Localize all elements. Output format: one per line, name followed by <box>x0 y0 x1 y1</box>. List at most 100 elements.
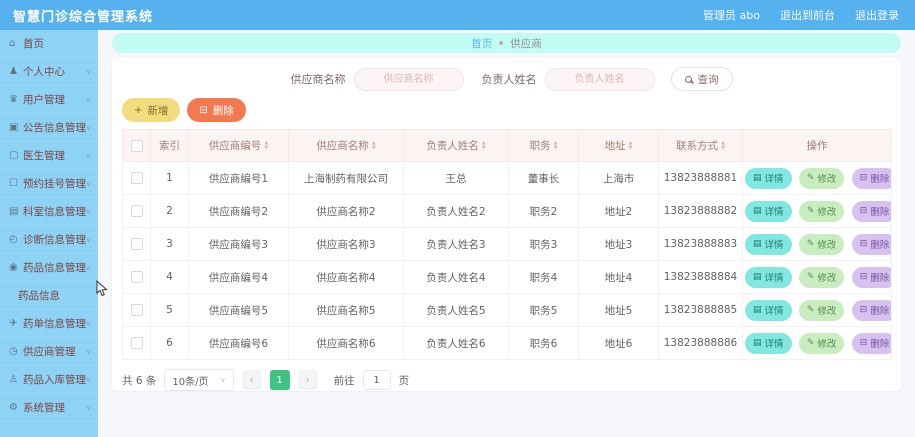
add-button[interactable]: + 新增 <box>122 98 181 122</box>
sort-caret-icon[interactable]: ▲ ▼ <box>721 141 725 151</box>
sidebar-item[interactable]: ⌂ 首页 <box>0 30 98 58</box>
row-delete-button[interactable]: ⊟ 删除 <box>851 332 891 354</box>
trash-icon: ⊟ <box>859 173 868 183</box>
breadcrumb-home[interactable]: 首页 <box>471 36 492 51</box>
breadcrumb: 首页 供应商 <box>112 33 901 53</box>
sidebar-subitem[interactable]: 药品信息 <box>0 282 98 310</box>
app-title: 智慧门诊综合管理系统 <box>13 9 154 25</box>
detail-button[interactable]: ▤ 详情 <box>745 200 792 222</box>
edit-button[interactable]: ✎ 修改 <box>798 200 845 222</box>
column-header[interactable]: 负责人姓名 ▲ ▼ <box>403 129 509 162</box>
edit-button[interactable]: ✎ 修改 <box>798 233 845 255</box>
chevron-down-icon: ∨ <box>85 95 91 104</box>
sidebar-item-label: 系统管理 <box>23 402 65 414</box>
edit-button[interactable]: ✎ 修改 <box>798 266 845 288</box>
page-1-button[interactable]: 1 <box>269 370 290 390</box>
row-checkbox[interactable] <box>130 205 143 217</box>
row-delete-button[interactable]: ⊟ 删除 <box>851 233 891 255</box>
sort-caret-icon[interactable]: ▲ ▼ <box>554 141 558 151</box>
row-checkbox[interactable] <box>130 337 143 349</box>
exit-to-front-link[interactable]: 退出到前台 <box>780 7 835 23</box>
goto-label: 前往 <box>333 374 355 387</box>
search-button[interactable]: 查询 <box>670 67 733 91</box>
row-delete-button[interactable]: ⊟ 删除 <box>851 266 891 288</box>
cell-index: 4 <box>150 260 189 294</box>
goto-page-input[interactable] <box>362 370 391 390</box>
cell-address: 地址6 <box>578 326 659 360</box>
sort-caret-icon[interactable]: ▲ ▼ <box>372 141 376 151</box>
row-checkbox[interactable] <box>130 304 143 316</box>
document-icon: ▤ <box>753 338 762 348</box>
sort-caret-icon[interactable]: ▲ ▼ <box>482 141 486 151</box>
sidebar-item[interactable]: ◷ 供应商管理 ∨ <box>0 338 98 366</box>
page-unit-label: 页 <box>398 374 410 387</box>
sidebar-item-label: 药品信息管理 <box>23 262 86 274</box>
row-checkbox[interactable] <box>130 238 143 250</box>
trash-icon: ⊟ <box>859 272 868 282</box>
detail-button[interactable]: ▤ 详情 <box>745 233 792 255</box>
edit-button[interactable]: ✎ 修改 <box>798 167 845 189</box>
sidebar-item[interactable]: ▤ 科室信息管理 ∨ <box>0 198 98 226</box>
column-header[interactable]: 供应商名称 ▲ ▼ <box>288 129 404 162</box>
cell-supplier-name: 供应商名称2 <box>288 194 404 228</box>
cell-job-title: 职务5 <box>508 293 579 327</box>
sidebar-item-label: 科室信息管理 <box>23 206 86 218</box>
document-icon: ▤ <box>753 239 762 249</box>
detail-button[interactable]: ▤ 详情 <box>745 332 792 354</box>
logout-link[interactable]: 退出登录 <box>855 7 899 23</box>
prescription-icon: ✈ <box>9 318 18 329</box>
select-all-checkbox[interactable] <box>130 139 143 152</box>
delete-button[interactable]: ⊟ 删除 <box>187 98 246 122</box>
column-header[interactable]: 地址 ▲ ▼ <box>578 129 659 162</box>
chevron-down-icon: ∨ <box>85 179 91 188</box>
detail-button[interactable]: ▤ 详情 <box>745 266 792 288</box>
sidebar-item[interactable]: ♙ 药品入库管理 ∨ <box>0 366 98 394</box>
row-delete-button[interactable]: ⊟ 删除 <box>851 167 891 189</box>
row-checkbox[interactable] <box>130 172 143 184</box>
sidebar-item[interactable]: ▣ 公告信息管理 ∨ <box>0 114 98 142</box>
pencil-icon: ✎ <box>806 305 815 315</box>
column-header[interactable]: 供应商编号 ▲ ▼ <box>188 129 289 162</box>
sidebar-item[interactable]: ◉ 药品信息管理 ∧ <box>0 254 98 282</box>
sort-caret-icon[interactable]: ▲ ▼ <box>264 141 268 151</box>
chevron-down-icon: ∨ <box>85 67 91 76</box>
document-icon: ▤ <box>753 272 762 282</box>
pencil-icon: ✎ <box>806 338 815 348</box>
supplier-name-input[interactable] <box>353 67 464 91</box>
cell-job-title: 职务4 <box>508 260 579 294</box>
column-header[interactable]: 联系方式 ▲ ▼ <box>658 129 743 162</box>
cell-phone: 13823888881 <box>658 161 743 195</box>
person-name-input[interactable] <box>544 67 655 91</box>
breadcrumb-separator-dot <box>499 41 504 45</box>
sidebar-item[interactable]: ⚙ 系统管理 ∨ <box>0 394 98 422</box>
suppliers-table: 索引 供应商编号 ▲ ▼ 供应商名称 ▲ ▼ 负责人姓名 ▲ ▼ 职务 ▲ ▼ 地址 ▲ ▼ 联系方式 ▲ ▼ 操作 … <box>122 129 892 360</box>
sidebar-item[interactable]: ✈ 药单信息管理 ∨ <box>0 310 98 338</box>
sidebar-item[interactable]: ♛ 用户管理 ∨ <box>0 86 98 114</box>
edit-button[interactable]: ✎ 修改 <box>798 299 845 321</box>
trash-icon: ⊟ <box>859 239 868 249</box>
column-header[interactable]: 职务 ▲ ▼ <box>508 129 579 162</box>
cell-address: 上海市 <box>578 161 659 195</box>
row-delete-button[interactable]: ⊟ 删除 <box>851 200 891 222</box>
page-size-select[interactable]: 10条/页 ∨ <box>164 369 234 391</box>
cell-index: 5 <box>150 293 189 327</box>
row-delete-button[interactable]: ⊟ 删除 <box>851 299 891 321</box>
cell-phone: 13823888882 <box>658 194 743 228</box>
detail-button[interactable]: ▤ 详情 <box>745 167 792 189</box>
prev-page-button[interactable]: ‹ <box>241 370 262 390</box>
users-icon: ♛ <box>9 94 18 105</box>
next-page-button[interactable]: › <box>297 370 318 390</box>
sidebar-item[interactable]: ▢ 医生管理 ∨ <box>0 142 98 170</box>
sidebar-item[interactable]: ☐ 预约挂号管理 ∨ <box>0 170 98 198</box>
table-row: 3 供应商编号3 供应商名称3 负责人姓名3 职务3 地址3 138238888… <box>122 227 892 261</box>
cell-person-name: 负责人姓名5 <box>403 293 509 327</box>
edit-button[interactable]: ✎ 修改 <box>798 332 845 354</box>
sidebar-item[interactable]: ◴ 诊断信息管理 ∨ <box>0 226 98 254</box>
announcement-icon: ▣ <box>9 122 19 133</box>
row-checkbox[interactable] <box>130 271 143 283</box>
sidebar-item[interactable]: ♟ 个人中心 ∨ <box>0 58 98 86</box>
sort-caret-icon[interactable]: ▲ ▼ <box>629 141 633 151</box>
detail-button[interactable]: ▤ 详情 <box>745 299 792 321</box>
cell-supplier-code: 供应商编号5 <box>188 293 289 327</box>
cell-address: 地址2 <box>578 194 659 228</box>
